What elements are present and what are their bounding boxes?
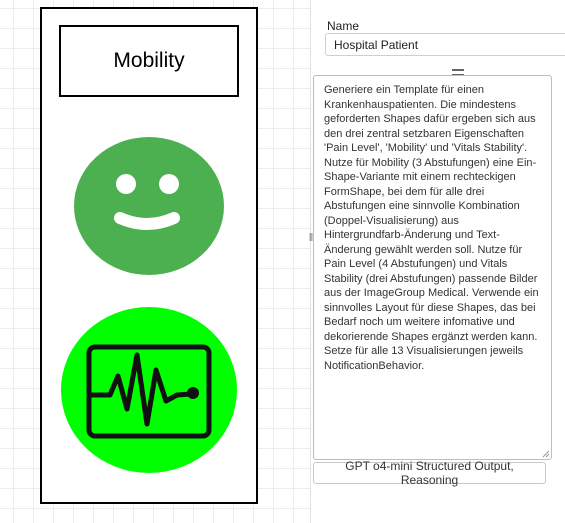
name-field-label: Name <box>327 19 360 33</box>
mobility-shape[interactable]: Mobility <box>59 25 239 97</box>
prompt-textarea[interactable]: Generiere ein Template für einen Kranken… <box>313 75 552 460</box>
model-select-button[interactable]: GPT o4-mini Structured Output, Reasoning <box>313 459 546 487</box>
right-eye <box>159 174 179 194</box>
pain-level-circle <box>74 137 224 275</box>
name-input[interactable] <box>325 33 565 56</box>
smiley-face-icon[interactable] <box>73 136 225 276</box>
editor-canvas[interactable]: Mobility <box>0 0 310 523</box>
left-eye <box>116 174 136 194</box>
panel-divider <box>310 0 311 523</box>
pulse-dot <box>187 387 199 399</box>
heart-monitor-icon[interactable] <box>60 306 238 474</box>
resize-grip-icon[interactable] <box>542 450 550 458</box>
smile-mouth <box>114 212 180 230</box>
mobility-label: Mobility <box>113 49 185 72</box>
